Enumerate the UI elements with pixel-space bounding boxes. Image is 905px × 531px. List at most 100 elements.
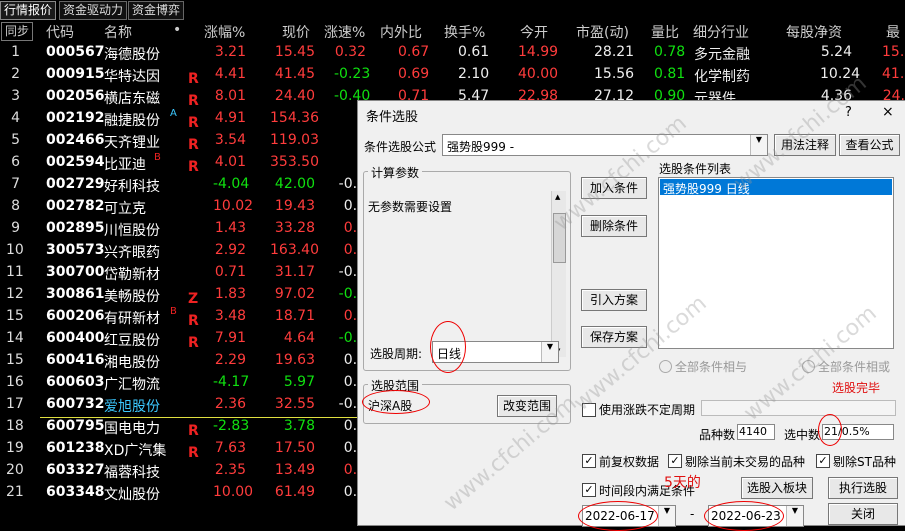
stock-code: 000567: [46, 44, 105, 60]
close-icon[interactable]: ×: [882, 104, 894, 120]
speed: -0.23: [334, 66, 371, 82]
price: 61.49: [274, 484, 315, 500]
price: 119.03: [270, 132, 319, 148]
sync-button[interactable]: 同步: [1, 22, 33, 41]
table-row[interactable]: 2 000915 华特达因 R 4.41 41.45 -0.23 0.69 2.10 40.00 1…: [0, 64, 905, 87]
rating-mark: R: [188, 335, 199, 351]
stock-code: 300700: [46, 264, 105, 280]
use-uncertain-period-checkbox[interactable]: [582, 403, 596, 417]
close-button[interactable]: 关闭: [828, 503, 898, 525]
row-index: 21: [6, 484, 24, 500]
stock-code: 002594: [46, 154, 105, 170]
rating-mark: R: [188, 313, 199, 329]
radio-all-or-label: 全部条件相或: [818, 360, 891, 374]
col-volume-ratio[interactable]: 量比: [651, 22, 679, 42]
rating-mark: Z: [188, 291, 199, 307]
use-uncertain-period-label: 使用涨跌不定周期: [599, 403, 696, 417]
volume-ratio: 0.81: [654, 66, 686, 82]
execute-filter-button[interactable]: 执行选股: [828, 477, 898, 499]
rating-mark: R: [188, 71, 199, 87]
add-to-block-button[interactable]: 选股入板块: [741, 477, 813, 499]
stock-name: 比亚迪: [104, 157, 146, 173]
col-code[interactable]: 代码: [46, 22, 74, 42]
rating-mark: R: [188, 423, 199, 439]
price: 41.45: [274, 66, 315, 82]
pe-ratio: 28.21: [594, 44, 635, 60]
stock-name: XD广汽集: [104, 443, 167, 459]
restore-data-checkbox[interactable]: ✓: [582, 454, 596, 468]
period-satisfy-checkbox[interactable]: ✓: [582, 483, 596, 497]
change-pct: -2.83: [213, 418, 250, 434]
stock-name: 红豆股份: [104, 333, 160, 349]
help-icon[interactable]: ?: [845, 105, 852, 120]
price: 13.49: [274, 462, 315, 478]
col-turnover[interactable]: 换手%: [444, 22, 485, 42]
row-index: 17: [6, 396, 24, 412]
stock-code: 002895: [46, 220, 105, 236]
view-formula-button[interactable]: 查看公式: [839, 134, 900, 156]
price: 154.36: [270, 110, 319, 126]
table-row[interactable]: 1 000567 海德股份 3.21 15.45 0.32 0.67 0.61 14.99 28.…: [0, 42, 905, 64]
formula-select[interactable]: 强势股999 - ▼: [442, 134, 768, 156]
price: 5.97: [283, 374, 315, 390]
add-condition-button[interactable]: 加入条件: [581, 177, 647, 199]
condition-list[interactable]: 强势股999 日线: [658, 177, 894, 349]
row-index: 16: [6, 374, 24, 390]
col-in-out-ratio[interactable]: 内外比: [380, 22, 422, 42]
condition-list-item[interactable]: 强势股999 日线: [660, 179, 892, 196]
change-pct: 4.01: [214, 154, 246, 170]
change-scope-button[interactable]: 改变范围: [497, 395, 557, 417]
exclude-untraded-checkbox[interactable]: ✓: [668, 454, 682, 468]
period-label: 选股周期:: [370, 347, 423, 361]
row-index: 15: [6, 308, 24, 324]
stock-code: 300573: [46, 242, 105, 258]
col-pe[interactable]: 市盈(动): [576, 22, 629, 42]
radio-all-and[interactable]: [659, 360, 672, 373]
change-pct: 7.63: [214, 440, 246, 456]
price: 163.40: [270, 242, 319, 258]
usage-notes-button[interactable]: 用法注释: [774, 134, 836, 156]
col-industry[interactable]: 细分行业: [693, 22, 749, 42]
stock-code: 300861: [46, 286, 105, 302]
import-scheme-button[interactable]: 引入方案: [581, 289, 647, 311]
stock-name: 美畅股份: [104, 289, 160, 305]
tab-quotes[interactable]: 行情报价: [0, 1, 57, 20]
stock-name: 可立克: [104, 201, 146, 217]
radio-all-or[interactable]: [802, 360, 815, 373]
calendar-dropdown-icon: ▼: [786, 506, 803, 526]
col-name[interactable]: 名称: [104, 22, 132, 42]
col-price[interactable]: 现价: [282, 22, 310, 42]
change-pct: 7.91: [214, 330, 246, 346]
stock-name: 爱旭股份: [104, 399, 160, 415]
col-speed[interactable]: 涨速%: [324, 22, 365, 42]
col-change-pct[interactable]: 涨幅%: [204, 22, 245, 42]
change-pct: 10.02: [213, 198, 254, 214]
change-pct: 8.01: [214, 88, 246, 104]
col-last[interactable]: 最: [886, 22, 900, 42]
scrollbar-thumb[interactable]: [553, 213, 566, 263]
progress-bar: [701, 400, 896, 416]
stock-name: 海德股份: [104, 47, 160, 63]
last: 41.9: [882, 66, 905, 82]
save-scheme-button[interactable]: 保存方案: [581, 326, 647, 348]
rating-mark: R: [188, 159, 199, 175]
condition-list-item-label: 强势股999 日线: [663, 182, 750, 196]
stock-code: 600416: [46, 352, 105, 368]
stock-code: 002056: [46, 88, 105, 104]
price: 32.55: [274, 396, 315, 412]
tab-fund-drive[interactable]: 资金驱动力: [59, 1, 128, 20]
stock-name: 好利科技: [104, 179, 160, 195]
stock-name: 兴齐眼药: [104, 245, 160, 261]
tab-fund-game[interactable]: 资金博弈: [128, 1, 185, 20]
params-scrollbar[interactable]: ▲ ▼: [551, 191, 566, 357]
price: 24.40: [274, 88, 315, 104]
stock-badge: B: [154, 152, 161, 163]
delete-condition-button[interactable]: 删除条件: [581, 215, 647, 237]
col-nav[interactable]: 每股净资: [786, 22, 842, 42]
in-out-ratio: 0.67: [398, 44, 430, 60]
stock-code: 002729: [46, 176, 105, 192]
annotation-days-text: 5天的: [664, 475, 701, 491]
change-pct: -4.17: [213, 374, 250, 390]
exclude-st-checkbox[interactable]: ✓: [816, 454, 830, 468]
col-open[interactable]: 今开: [520, 22, 548, 42]
